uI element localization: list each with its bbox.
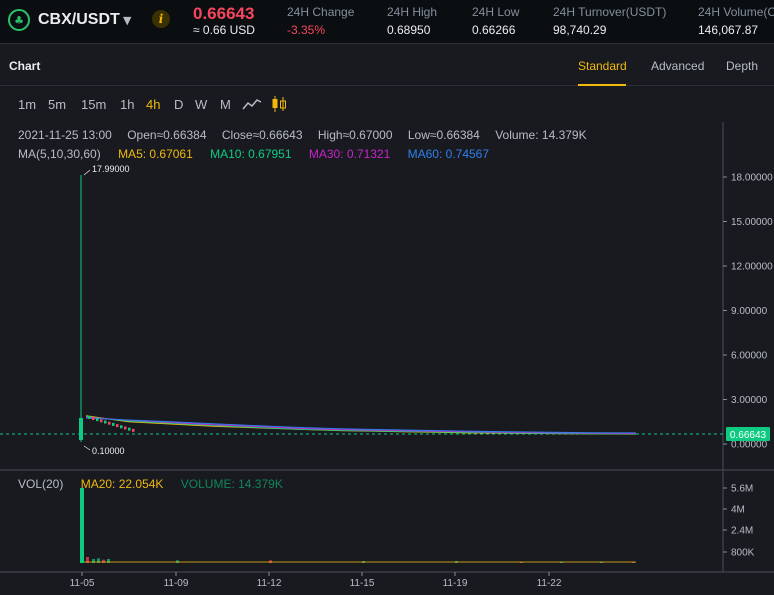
price-tick-label: 0.00000 (731, 440, 768, 451)
volume-tick-label: 5.6M (731, 484, 753, 495)
volume-axis: 5.6M 4M 2.4M 800K (723, 484, 755, 559)
vol-ma20: MA20: 22.054K (80, 477, 164, 491)
min-price-marker: 0.10000 (92, 446, 125, 456)
price-candle (100, 419, 103, 423)
price-tick-label: 15.00000 (731, 217, 773, 228)
time-tick-label: 11-09 (164, 578, 189, 589)
volume-legend: VOL(20) MA20: 22.054K VOLUME: 14.379K (18, 477, 297, 491)
price-candle (120, 425, 123, 429)
time-tick-label: 11-12 (257, 578, 282, 589)
price-candle (124, 426, 127, 430)
current-price-label: 0.66643 (730, 430, 767, 441)
time-axis: 11-05 11-09 11-12 11-15 11-19 11-22 (70, 572, 562, 589)
price-chart[interactable]: 18.00000 15.00000 12.00000 9.00000 6.00000 3.… (0, 0, 774, 595)
price-axis: 18.00000 15.00000 12.00000 9.00000 6.00000 3.… (723, 173, 773, 451)
price-candle (88, 415, 91, 419)
spike-candle-body (79, 418, 83, 440)
time-tick-label: 11-05 (70, 578, 95, 589)
max-marker-pointer (83, 169, 91, 176)
min-marker-pointer (83, 445, 91, 451)
price-candle (108, 421, 111, 425)
vol-current: VOLUME: 14.379K (180, 477, 283, 491)
price-candle (104, 420, 107, 424)
price-tick-label: 6.00000 (731, 351, 768, 362)
price-candle (112, 422, 115, 426)
moving-average-lines (85, 415, 637, 435)
time-tick-label: 11-19 (443, 578, 468, 589)
vol-label: VOL(20) (18, 477, 64, 491)
volume-bars (80, 488, 636, 563)
price-candle (132, 428, 135, 432)
price-candle (96, 418, 99, 422)
price-tick-label: 18.00000 (731, 173, 773, 184)
price-tick-label: 3.00000 (731, 395, 768, 406)
price-tick-label: 9.00000 (731, 306, 768, 317)
price-tick-label: 12.00000 (731, 262, 773, 273)
volume-bar (80, 488, 84, 563)
price-candle (116, 424, 119, 428)
volume-tick-label: 4M (731, 505, 745, 516)
volume-tick-label: 2.4M (731, 526, 753, 537)
ma-line-ma5 (85, 415, 637, 435)
time-tick-label: 11-15 (350, 578, 375, 589)
price-candle (92, 416, 95, 420)
price-candle (128, 427, 131, 431)
time-tick-label: 11-22 (537, 578, 562, 589)
volume-tick-label: 800K (731, 548, 755, 559)
max-price-marker: 17.99000 (92, 164, 130, 174)
